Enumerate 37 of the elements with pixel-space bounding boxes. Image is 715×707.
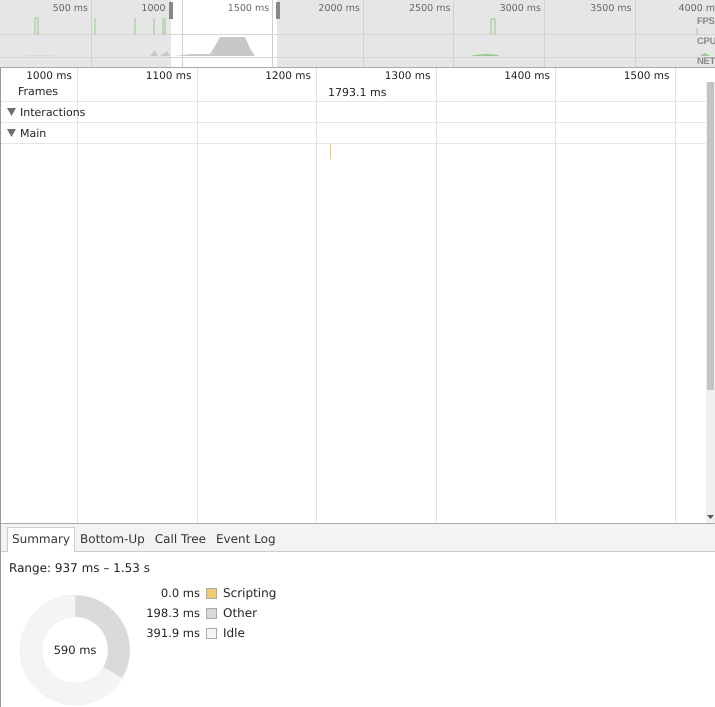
- range-handle[interactable]: [276, 2, 280, 19]
- expand-triangle-icon[interactable]: [7, 108, 16, 116]
- time-label: 1200 ms: [265, 70, 311, 82]
- track-label: NET: [697, 56, 715, 67]
- range-text: Range: 937 ms – 1.53 s: [9, 561, 151, 575]
- time-label: 1500 ms: [228, 3, 270, 14]
- time-label: 1000 ms: [26, 70, 72, 82]
- legend-value: 0.0 ms: [160, 586, 200, 600]
- time-label: 3000 ms: [500, 3, 541, 14]
- track-label: Main: [20, 126, 46, 140]
- tab[interactable]: Event Log: [210, 527, 281, 551]
- tab[interactable]: Bottom-Up: [75, 527, 150, 551]
- time-label: 2000 ms: [318, 3, 360, 14]
- time-label: 1300 ms: [384, 70, 430, 82]
- legend-value: 198.3 ms: [146, 606, 200, 620]
- time-label: 1400 ms: [504, 70, 550, 82]
- time-label: 500 ms: [52, 3, 88, 14]
- legend-label: Idle: [223, 626, 245, 640]
- total-time: 590 ms: [52, 643, 98, 657]
- legend-label: Other: [223, 606, 258, 620]
- track-label: Frames: [18, 85, 58, 98]
- time-label: 1100 ms: [146, 70, 192, 82]
- legend-label: Scripting: [223, 586, 276, 600]
- tab[interactable]: Summary: [7, 527, 75, 552]
- time-label: 4000 m: [678, 3, 715, 14]
- frame-duration: 1793.1 ms: [328, 86, 386, 99]
- track-label: FPS: [697, 16, 715, 27]
- time-label: 3500 ms: [590, 3, 632, 14]
- scroll-down-icon[interactable]: [707, 515, 714, 519]
- track-label: Interactions: [20, 106, 86, 118]
- time-label: 1500 ms: [624, 70, 670, 82]
- time-label: 1000: [141, 3, 166, 14]
- time-label: 2500 ms: [409, 3, 450, 14]
- range-handle[interactable]: [169, 2, 173, 19]
- legend-value: 391.9 ms: [146, 626, 200, 640]
- expand-triangle-icon[interactable]: [7, 129, 16, 137]
- tab[interactable]: Call Tree: [150, 527, 211, 551]
